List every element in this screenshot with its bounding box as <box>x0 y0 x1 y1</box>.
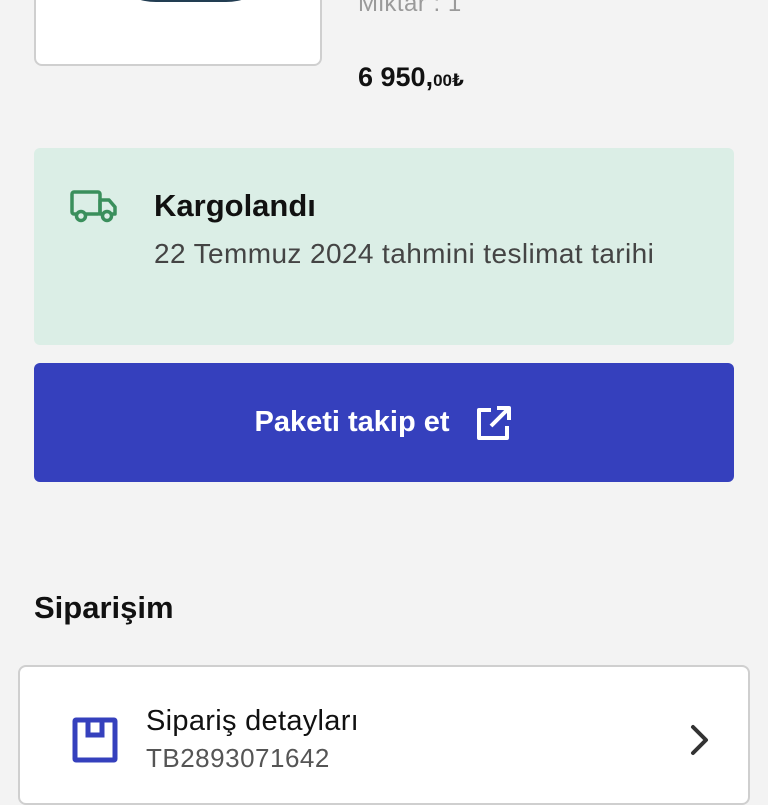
price-main: 6 950, <box>358 62 434 92</box>
order-details-title: Sipariş detayları <box>146 705 360 737</box>
product-price: 6 950,00₺ <box>358 62 464 93</box>
chevron-right-icon <box>691 725 708 755</box>
order-number: TB2893071642 <box>146 743 330 773</box>
order-details-row[interactable]: Sipariş detayları TB2893071642 <box>18 665 750 805</box>
delivery-estimate: 22 Temmuz 2024 tahmini teslimat tarihi <box>154 238 655 269</box>
price-fraction: 00₺ <box>433 71 464 90</box>
quantity-label: Miktar : 1 <box>358 0 462 17</box>
track-package-button[interactable]: Paketi takip et <box>34 363 734 482</box>
track-package-label: Paketi takip et <box>254 406 450 438</box>
truck-icon <box>70 190 117 223</box>
shipment-status-card: Kargolandı 22 Temmuz 2024 tahmini teslim… <box>34 148 734 345</box>
product-image <box>96 0 286 2</box>
external-link-icon <box>476 405 511 440</box>
my-order-heading: Siparişim <box>34 590 174 625</box>
shipment-status-title: Kargolandı <box>154 188 316 223</box>
product-thumbnail[interactable] <box>34 0 322 66</box>
box-icon <box>72 717 118 763</box>
